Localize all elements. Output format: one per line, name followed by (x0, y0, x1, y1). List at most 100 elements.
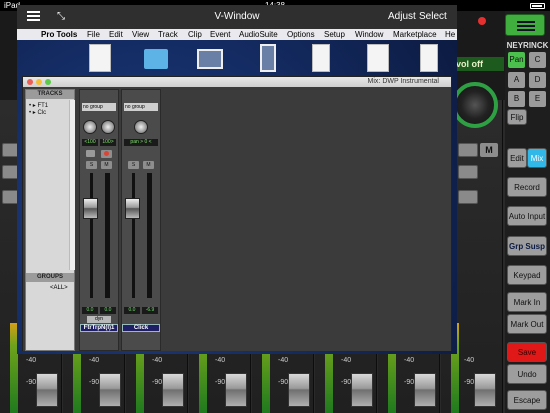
menu-edit[interactable]: Edit (109, 29, 123, 40)
menu-line-icon (517, 25, 535, 27)
adjust-button[interactable]: Adjust (388, 11, 416, 22)
v-window-titlebar: ⤡ V-Window Adjust Select (17, 5, 457, 29)
save-button[interactable]: Save (507, 342, 547, 362)
channel-fader[interactable] (474, 373, 496, 407)
volume-fader[interactable] (125, 198, 140, 219)
track-list-item[interactable]: • ▸ Clc (29, 109, 46, 116)
tracks-scrollbar[interactable] (69, 100, 75, 270)
channel-fader[interactable] (351, 373, 373, 407)
mute-button[interactable]: M (143, 161, 154, 169)
group-selector[interactable]: no group (82, 103, 116, 111)
mac-menu-bar: Pro Tools File Edit View Track Clip Even… (17, 29, 457, 40)
channel-fader[interactable] (36, 373, 58, 407)
groups-header[interactable]: GROUPS (26, 273, 74, 282)
menu-event[interactable]: Event (210, 29, 230, 40)
bank-e-button[interactable]: E (529, 91, 546, 107)
document-icon[interactable] (312, 44, 330, 72)
menu-window[interactable]: Window (355, 29, 383, 40)
track-name-field[interactable]: FtrTrpN(I)1 (80, 324, 118, 332)
menu-track[interactable]: Track (158, 29, 178, 40)
group-selector[interactable]: no group (124, 103, 158, 111)
undo-button[interactable]: Undo (507, 364, 547, 384)
mute-button[interactable]: M (101, 161, 112, 169)
auto-input-button[interactable]: Auto Input (507, 206, 547, 226)
bank-c-button[interactable]: C (529, 52, 546, 68)
channel-fader[interactable] (288, 373, 310, 407)
pan-knob-left[interactable] (83, 120, 97, 134)
edit-button[interactable]: Edit (507, 148, 527, 168)
mute-button[interactable]: M (480, 143, 498, 157)
image-file-icon[interactable] (197, 49, 223, 69)
input-monitor-button[interactable] (86, 150, 95, 157)
rotary-knob[interactable] (452, 82, 498, 128)
keypad-button[interactable]: Keypad (507, 265, 547, 285)
record-arm-button[interactable] (101, 150, 112, 158)
document-icon[interactable] (89, 44, 111, 72)
hamburger-menu-button[interactable] (505, 14, 545, 36)
select-button[interactable]: Select (419, 11, 447, 22)
pan-knob[interactable] (134, 120, 148, 134)
track-list-item[interactable]: • ▸ FT1 (29, 102, 48, 109)
menu-file[interactable]: File (87, 29, 100, 40)
menu-audiosuite[interactable]: AudioSuite (239, 29, 278, 40)
menu-options[interactable]: Options (287, 29, 315, 40)
bank-pan-button[interactable]: Pan (508, 52, 525, 68)
tracks-header[interactable]: TRACKS (26, 90, 74, 99)
document-icon[interactable] (420, 44, 438, 72)
image-file-icon[interactable] (260, 44, 276, 72)
channel-fader[interactable] (162, 373, 184, 407)
scale-label: -90 (89, 379, 100, 386)
zoom-icon[interactable] (45, 79, 51, 85)
channel-button[interactable] (458, 190, 478, 204)
menu-help[interactable]: He (445, 29, 455, 40)
pan-knob-right[interactable] (101, 120, 115, 134)
channel-button[interactable] (458, 143, 478, 157)
solo-button[interactable]: S (128, 161, 139, 169)
menu-clip[interactable]: Clip (188, 29, 202, 40)
remote-desktop[interactable]: Pro Tools File Edit View Track Clip Even… (17, 29, 457, 354)
bank-d-button[interactable]: D (529, 72, 546, 88)
scale-label: -40 (215, 357, 226, 364)
mix-button[interactable]: Mix (527, 148, 547, 168)
level-meter (105, 173, 110, 298)
escape-button[interactable]: Escape (507, 390, 547, 410)
bank-b-button[interactable]: B (508, 91, 525, 107)
group-all-item[interactable]: <ALL> (50, 285, 68, 291)
pan-readout: pan > 0 < (124, 139, 158, 146)
channel-fader[interactable] (225, 373, 247, 407)
fader-track (90, 173, 93, 298)
flip-button[interactable]: Flip (507, 109, 527, 125)
record-button[interactable]: Record (507, 177, 547, 197)
bank-a-button[interactable]: A (508, 72, 525, 88)
group-suspend-button[interactable]: Grp Susp (507, 236, 547, 256)
mix-window-title: Mix: DWP Instrumental (367, 78, 439, 85)
volume-fader[interactable] (83, 198, 98, 219)
menu-view[interactable]: View (132, 29, 149, 40)
scale-label: -40 (464, 357, 475, 364)
scale-label: -90 (341, 379, 352, 386)
channel-strip-1: no group <100 100> S M 0.0 0.0 dyn FtrTr… (79, 89, 119, 351)
folder-icon[interactable] (144, 49, 168, 69)
solo-button[interactable]: S (86, 161, 97, 169)
battery-icon (530, 3, 545, 9)
scale-label: -40 (404, 357, 415, 364)
close-icon[interactable] (27, 79, 33, 85)
menu-marketplace[interactable]: Marketplace (393, 29, 437, 40)
peak-readout: 0.0 (100, 307, 116, 314)
mix-window-body: TRACKS • ▸ FT1 • ▸ Clc GROUPS <ALL> no g… (23, 87, 451, 351)
menu-pro-tools[interactable]: Pro Tools (41, 29, 77, 40)
peak-readout: -6.9 (142, 307, 158, 314)
channel-button[interactable] (458, 165, 478, 179)
mark-out-button[interactable]: Mark Out (507, 314, 547, 334)
automation-mode[interactable]: dyn (87, 316, 111, 323)
document-icon[interactable] (367, 44, 389, 72)
mark-in-button[interactable]: Mark In (507, 292, 547, 312)
device-label: NEYRINCK (506, 41, 549, 50)
scale-label: -90 (464, 379, 475, 386)
channel-fader[interactable] (99, 373, 121, 407)
channel-fader[interactable] (414, 373, 436, 407)
menu-setup[interactable]: Setup (324, 29, 345, 40)
minimize-icon[interactable] (36, 79, 42, 85)
mix-window: Mix: DWP Instrumental TRACKS • ▸ FT1 • ▸… (22, 76, 452, 351)
track-name-field[interactable]: Click (122, 324, 160, 332)
